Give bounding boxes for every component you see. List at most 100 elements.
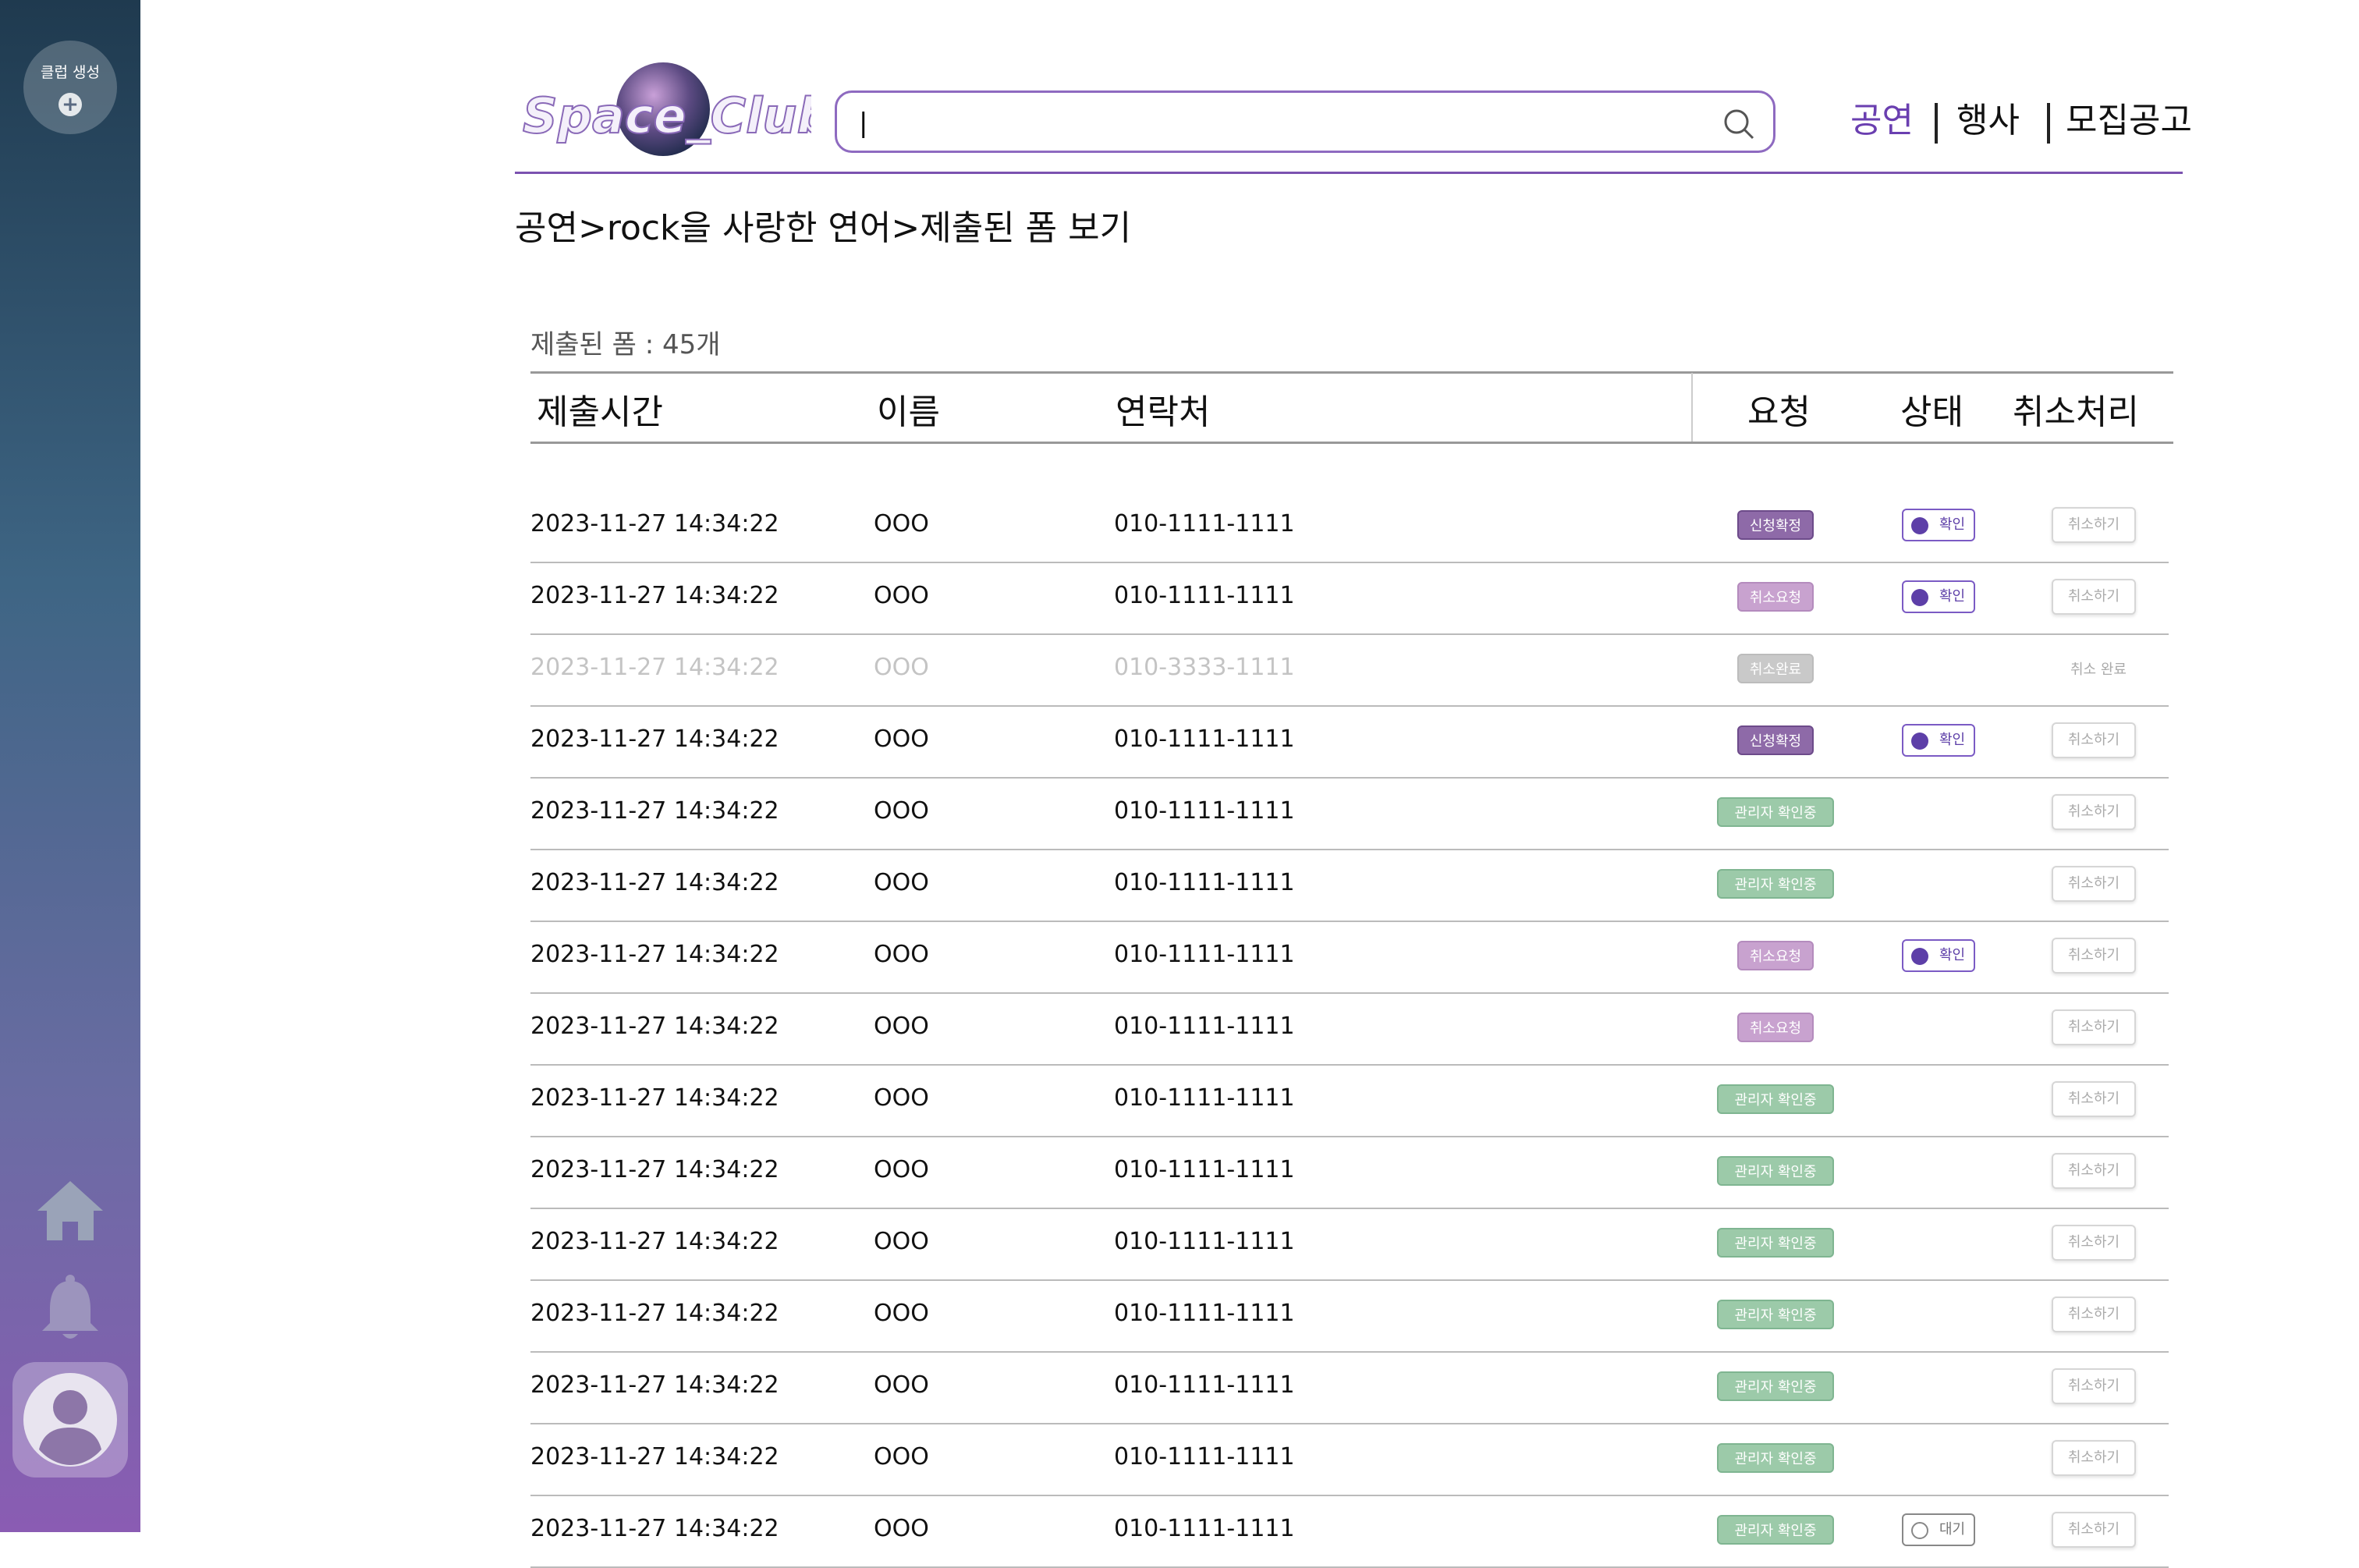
table-row: 2023-11-27 14:34:22 OOO 010-1111-1111 관리자 확… (530, 1423, 2169, 1495)
cancel-button[interactable]: 취소하기 (2052, 1153, 2136, 1189)
nav-separator (2047, 103, 2050, 144)
request-badge: 관리자 확인중 (1717, 1084, 1834, 1114)
space-club-logo[interactable]: Space_Club (515, 61, 811, 158)
search-icon[interactable] (1722, 107, 1756, 141)
table-row: 2023-11-27 14:34:22 OOO 010-1111-1111 관리자 확… (530, 1064, 2169, 1136)
cancel-button[interactable]: 취소하기 (2052, 1225, 2136, 1261)
col-header-time: 제출시간 (537, 392, 663, 432)
cell-time: 2023-11-27 14:34:22 (530, 725, 779, 753)
search-input[interactable] (857, 101, 1711, 146)
check-circle-icon (1911, 589, 1928, 606)
cell-name: OOO (874, 510, 929, 537)
table-header-line (530, 442, 2173, 444)
header-divider (515, 172, 2183, 174)
cell-name: OOO (874, 582, 929, 609)
table-row: 2023-11-27 14:34:22 OOO 010-1111-1111 관리자 확… (530, 1495, 2169, 1566)
search-bar[interactable] (835, 90, 1775, 153)
status-confirm-button[interactable]: 확인 (1902, 509, 1975, 541)
status-confirm-button[interactable]: 대기 (1902, 1513, 1975, 1546)
cancel-button[interactable]: 취소하기 (2052, 1297, 2136, 1332)
col-header-name: 이름 (877, 392, 940, 432)
cancel-button[interactable]: 취소하기 (2052, 1009, 2136, 1045)
cell-name: OOO (874, 1371, 929, 1399)
bell-icon[interactable] (34, 1272, 106, 1343)
plus-icon: + (59, 93, 82, 116)
request-badge: 신청확정 (1737, 725, 1814, 755)
col-header-request: 요청 (1747, 392, 1811, 432)
table-row: 2023-11-27 14:34:22 OOO 010-1111-1111 관리자 확… (530, 1136, 2169, 1208)
request-badge: 관리자 확인중 (1717, 1156, 1834, 1186)
nav-performance[interactable]: 공연 (1850, 94, 1914, 148)
cancel-button[interactable]: 취소하기 (2052, 1368, 2136, 1404)
request-badge: 관리자 확인중 (1717, 1228, 1834, 1258)
column-divider (1691, 373, 1693, 443)
breadcrumb: 공연>rock을 사랑한 연어>제출된 폼 보기 (515, 208, 1132, 248)
profile-button[interactable] (12, 1362, 128, 1478)
request-badge: 신청확정 (1737, 510, 1814, 540)
cancel-button[interactable]: 취소하기 (2052, 579, 2136, 615)
home-icon[interactable] (34, 1175, 106, 1247)
cell-time: 2023-11-27 14:34:22 (530, 1228, 779, 1255)
nav-events[interactable]: 행사 (1956, 94, 2020, 148)
request-badge: 취소요청 (1737, 1013, 1814, 1042)
cell-name: OOO (874, 725, 929, 753)
cell-time: 2023-11-27 14:34:22 (530, 1013, 779, 1040)
cancel-button[interactable]: 취소하기 (2052, 1081, 2136, 1117)
cell-name: OOO (874, 1084, 929, 1112)
cancel-button[interactable]: 취소하기 (2052, 1512, 2136, 1548)
status-confirm-button[interactable]: 확인 (1902, 580, 1975, 613)
cell-phone: 010-1111-1111 (1114, 797, 1295, 825)
cancel-button[interactable]: 취소하기 (2052, 1440, 2136, 1476)
table-row: 2023-11-27 14:34:22 OOO 010-1111-1111 취소요청 확… (530, 562, 2169, 633)
nav-recruitment[interactable]: 모집공고 (2066, 94, 2192, 148)
nav-separator (1935, 103, 1938, 144)
request-badge: 취소완료 (1737, 654, 1814, 683)
cell-name: OOO (874, 1300, 929, 1327)
sidebar: 클럽 생성 + (0, 0, 140, 1532)
cancel-button[interactable]: 취소하기 (2052, 722, 2136, 758)
table-row: 2023-11-27 14:34:22 OOO 010-3333-1111 취소완료 취… (530, 633, 2169, 705)
table-row: 2023-11-27 14:34:22 OOO 010-1111-1111 관리자 확… (530, 849, 2169, 921)
table-row: 2023-11-27 14:34:22 OOO 010-1111-1111 관리자 확… (530, 1351, 2169, 1423)
cell-time: 2023-11-27 14:34:22 (530, 1156, 779, 1183)
cell-time: 2023-11-27 14:34:22 (530, 1084, 779, 1112)
cell-time: 2023-11-27 14:34:22 (530, 510, 779, 537)
request-badge: 취소요청 (1737, 941, 1814, 970)
cell-phone: 010-1111-1111 (1114, 1371, 1295, 1399)
check-circle-icon (1911, 948, 1928, 965)
status-label: 대기 (1939, 1521, 1966, 1538)
request-badge: 관리자 확인중 (1717, 1515, 1834, 1545)
cancel-button[interactable]: 취소하기 (2052, 794, 2136, 830)
cancel-button[interactable]: 취소하기 (2052, 507, 2136, 543)
check-circle-icon (1911, 733, 1928, 750)
cell-phone: 010-1111-1111 (1114, 1084, 1295, 1112)
cancel-button[interactable]: 취소하기 (2052, 938, 2136, 974)
check-circle-icon (1911, 517, 1928, 534)
logo-text: Space_Club (523, 87, 811, 144)
table-row: 2023-11-27 14:34:22 OOO 010-1111-1111 취소요청 취… (530, 992, 2169, 1064)
create-club-label: 클럽 생성 (41, 64, 100, 81)
table-row: 2023-11-27 14:34:22 OOO 010-1111-1111 관리자 확… (530, 1208, 2169, 1279)
cell-phone: 010-1111-1111 (1114, 1156, 1295, 1183)
cell-time: 2023-11-27 14:34:22 (530, 1300, 779, 1327)
status-confirm-button[interactable]: 확인 (1902, 724, 1975, 757)
cell-phone: 010-1111-1111 (1114, 869, 1295, 896)
status-label: 확인 (1939, 732, 1966, 748)
cancel-button[interactable]: 취소하기 (2052, 866, 2136, 902)
cell-name: OOO (874, 797, 929, 825)
cell-name: OOO (874, 654, 929, 681)
cell-time: 2023-11-27 14:34:22 (530, 941, 779, 968)
cell-phone: 010-1111-1111 (1114, 582, 1295, 609)
status-label: 확인 (1939, 588, 1966, 605)
request-badge: 관리자 확인중 (1717, 1300, 1834, 1329)
request-badge: 관리자 확인중 (1717, 1371, 1834, 1401)
col-header-phone: 연락처 (1116, 392, 1211, 432)
status-confirm-button[interactable]: 확인 (1902, 939, 1975, 972)
avatar-icon (23, 1373, 117, 1467)
cancel-done-label: 취소 완료 (2070, 662, 2127, 678)
status-label: 확인 (1939, 516, 1966, 533)
cell-time: 2023-11-27 14:34:22 (530, 1371, 779, 1399)
col-header-status: 상태 (1900, 392, 1963, 432)
create-club-button[interactable]: 클럽 생성 + (23, 41, 117, 134)
cell-phone: 010-1111-1111 (1114, 510, 1295, 537)
